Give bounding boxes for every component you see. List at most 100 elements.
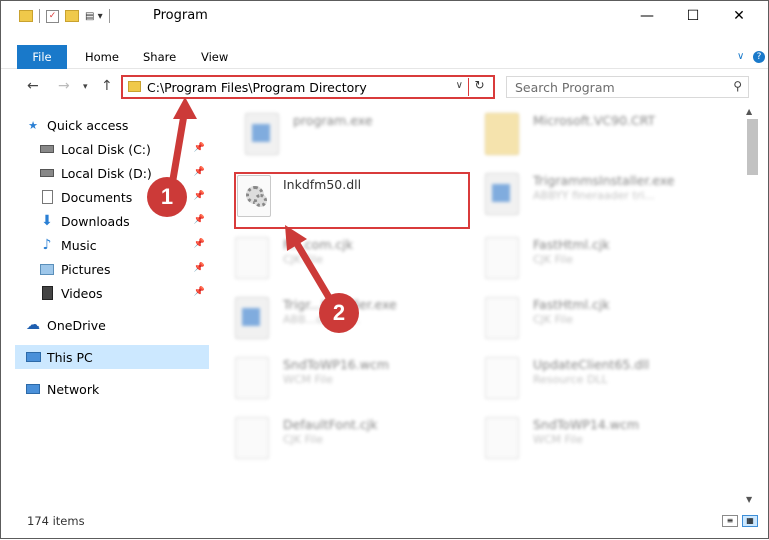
status-bar: 174 items ≡ ▦ (1, 507, 768, 537)
sidebar-item-onedrive[interactable]: ☁ OneDrive (15, 313, 209, 337)
sidebar-item-label: Quick access (47, 117, 129, 133)
file-type: WCM File (283, 373, 333, 386)
tab-view[interactable]: View (201, 45, 228, 69)
sidebar-item-downloads[interactable]: ⬇ Downloads 📌 (15, 209, 209, 233)
document-file-icon (485, 417, 519, 459)
sidebar-item-pictures[interactable]: Pictures 📌 (15, 257, 209, 281)
file-list: program.exe Microsoft.VC90.CRT Inkdfm50.… (211, 105, 743, 495)
vertical-scrollbar[interactable]: ▲ ▼ (744, 105, 760, 505)
sidebar-item-music[interactable]: ♪ Music 📌 (15, 233, 209, 257)
pin-icon: 📌 (193, 287, 205, 297)
file-name: SndToWP16.wcm (283, 357, 389, 372)
help-icon[interactable]: ? (753, 51, 765, 63)
minimize-button[interactable]: — (624, 1, 670, 31)
properties-icon[interactable]: ✓ (46, 9, 59, 23)
document-file-icon (485, 297, 519, 339)
drive-icon (39, 141, 55, 157)
file-item[interactable]: UpdateClient65.dll Resource DLL (461, 353, 691, 403)
maximize-button[interactable]: ☐ (670, 1, 716, 31)
file-name: FastHtml.cjk (533, 237, 610, 252)
file-name: program.exe (293, 113, 373, 128)
file-item[interactable]: SndToWP14.wcm WCM File (461, 413, 691, 463)
up-icon[interactable]: ↑ (101, 78, 113, 94)
exe-file-icon (235, 297, 269, 339)
pin-icon: 📌 (193, 191, 205, 201)
file-name: FastHtml.cjk (533, 297, 610, 312)
exe-file-icon (485, 173, 519, 215)
file-name: Microsoft.VC90.CRT (533, 113, 656, 128)
item-count: 174 items (27, 514, 85, 528)
folder-icon (128, 81, 141, 92)
file-name: SndToWP14.wcm (533, 417, 639, 432)
document-file-icon (235, 237, 269, 279)
videos-icon (39, 285, 55, 301)
file-item[interactable]: FastHtml.cjk CJK File (461, 293, 691, 343)
file-item[interactable]: Fi...com.cjk CJK File (211, 233, 441, 283)
file-item[interactable]: program.exe (221, 109, 451, 159)
search-icon: ⚲ (733, 79, 742, 93)
minimize-icon: — (640, 8, 654, 24)
sidebar-item-label: OneDrive (47, 317, 106, 333)
chevron-down-icon[interactable]: ∨ (456, 80, 463, 91)
sidebar-item-label: Documents (61, 189, 133, 205)
network-icon (25, 381, 41, 397)
quick-access-toolbar: ✓ ▤ ▾ (19, 9, 110, 23)
new-folder-icon[interactable] (65, 10, 79, 22)
close-button[interactable]: ✕ (716, 1, 762, 31)
sidebar-item-label: Music (61, 237, 97, 253)
folder-icon (19, 10, 33, 22)
cloud-icon: ☁ (26, 317, 40, 333)
file-type: Resource DLL (533, 373, 608, 386)
title-bar: ✓ ▤ ▾ Program — ☐ ✕ (1, 1, 768, 31)
pin-icon: 📌 (193, 167, 205, 177)
address-path: C:\Program Files\Program Directory (147, 80, 367, 95)
sidebar-item-label: Local Disk (D:) (61, 165, 152, 181)
file-item[interactable]: SndToWP16.wcm WCM File (211, 353, 441, 403)
customize-toolbar-icon[interactable]: ▤ ▾ (85, 11, 103, 22)
file-name: TrigrammsInstaller.exe (533, 173, 675, 188)
recent-locations-icon[interactable]: ▾ (83, 82, 88, 92)
file-type: ABBYY fineraader tri... (533, 189, 655, 202)
separator (108, 9, 110, 23)
pin-icon: 📌 (193, 215, 205, 225)
file-highlight-box (234, 172, 470, 229)
scroll-up-icon[interactable]: ▲ (746, 107, 752, 116)
sidebar-item-label: Local Disk (C:) (61, 141, 151, 157)
scrollbar-thumb[interactable] (747, 119, 758, 175)
details-view-icon[interactable]: ≡ (722, 515, 738, 527)
sidebar-item-label: Network (47, 381, 100, 397)
address-bar[interactable]: C:\Program Files\Program Directory ∨ ↻ (121, 75, 495, 99)
tab-share[interactable]: Share (143, 45, 176, 69)
large-icons-view-icon[interactable]: ▦ (742, 515, 758, 527)
ribbon-tabs: File Home Share View ∨ ? (1, 45, 768, 69)
search-input[interactable]: Search Program ⚲ (506, 76, 749, 98)
file-item[interactable]: DefaultFont.cjk CJK File (211, 413, 441, 463)
forward-icon[interactable]: → (58, 78, 70, 94)
sidebar-item-videos[interactable]: Videos 📌 (15, 281, 209, 305)
sidebar-item-network[interactable]: Network (15, 377, 209, 401)
music-icon: ♪ (42, 237, 52, 253)
sidebar-item-this-pc[interactable]: This PC (15, 345, 209, 369)
document-file-icon (235, 417, 269, 459)
step-marker-2: 2 (319, 293, 359, 333)
star-icon: ★ (28, 118, 38, 132)
expand-ribbon-icon[interactable]: ∨ (737, 45, 744, 69)
file-item[interactable]: FastHtml.cjk CJK File (461, 233, 691, 283)
tab-home[interactable]: Home (85, 45, 119, 69)
back-icon[interactable]: ← (27, 78, 39, 94)
scroll-down-icon[interactable]: ▼ (746, 495, 752, 504)
sidebar-item-label: This PC (47, 349, 93, 365)
refresh-icon[interactable]: ↻ (468, 78, 490, 96)
pin-icon: 📌 (193, 263, 205, 273)
tab-file[interactable]: File (17, 45, 67, 69)
dll-file-icon (485, 357, 519, 399)
document-file-icon (235, 357, 269, 399)
sidebar-item-local-disk-c[interactable]: Local Disk (C:) 📌 (15, 137, 209, 161)
file-item[interactable]: Microsoft.VC90.CRT (461, 109, 691, 159)
separator (39, 9, 40, 23)
file-item[interactable]: TrigrammsInstaller.exe ABBYY fineraader … (461, 169, 691, 219)
navigation-pane: ★ Quick access Local Disk (C:) 📌 Local D… (15, 111, 209, 491)
close-icon: ✕ (733, 8, 745, 24)
sidebar-item-quick-access[interactable]: ★ Quick access (15, 113, 209, 137)
file-name: DefaultFont.cjk (283, 417, 378, 432)
